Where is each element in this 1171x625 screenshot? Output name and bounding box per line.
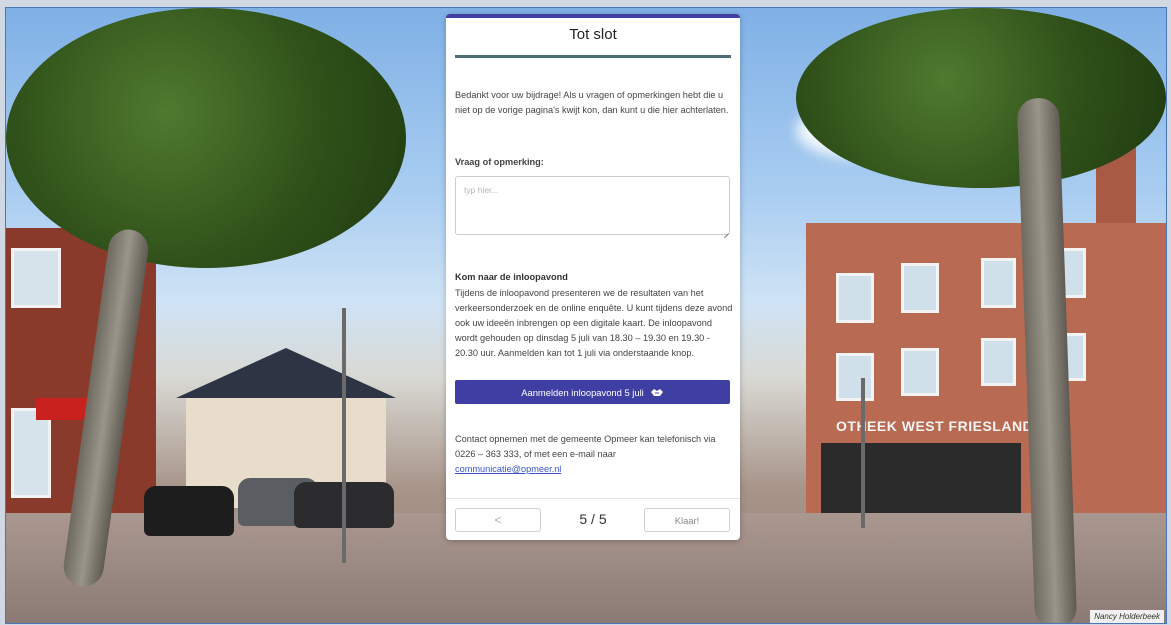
survey-modal: Tot slot Bedankt voor uw bijdrage! Als u… bbox=[446, 14, 740, 540]
tree-canopy bbox=[6, 8, 406, 268]
event-text: Tijdens de inloopavond presenteren we de… bbox=[455, 288, 733, 359]
question-label: Vraag of opmerking: bbox=[455, 157, 544, 167]
shop-sign: OTHEEK WEST FRIESLAND bbox=[836, 418, 1034, 434]
question-input[interactable] bbox=[455, 176, 730, 235]
signup-button-label: Aanmelden inloopavond 5 juli bbox=[521, 386, 644, 398]
signup-button[interactable]: Aanmelden inloopavond 5 juli bbox=[455, 380, 730, 404]
contact-text: Contact opnemen met de gemeente Opmeer k… bbox=[455, 432, 735, 477]
previous-button[interactable]: < bbox=[455, 508, 541, 532]
contact-text-body: Contact opnemen met de gemeente Opmeer k… bbox=[455, 434, 716, 459]
title-divider bbox=[455, 55, 731, 58]
photo-credit: Nancy Holderbeek bbox=[1090, 610, 1164, 623]
lamp-post bbox=[342, 308, 346, 563]
footer-divider bbox=[446, 498, 740, 499]
page-counter: 5 / 5 bbox=[579, 511, 607, 527]
intro-text: Bedankt voor uw bijdrage! Als u vragen o… bbox=[455, 90, 729, 115]
house-roof bbox=[176, 348, 396, 398]
handshake-icon bbox=[650, 388, 664, 397]
car bbox=[144, 486, 234, 536]
event-heading: Kom naar de inloopavond bbox=[455, 272, 568, 282]
contact-email-link[interactable]: communicatie@opmeer.nl bbox=[455, 464, 561, 474]
tree-canopy bbox=[796, 8, 1166, 188]
shop-front bbox=[821, 443, 1021, 518]
lamp-post bbox=[861, 378, 865, 528]
page-title: Tot slot bbox=[569, 26, 617, 43]
done-button[interactable]: Klaar! bbox=[644, 508, 730, 532]
